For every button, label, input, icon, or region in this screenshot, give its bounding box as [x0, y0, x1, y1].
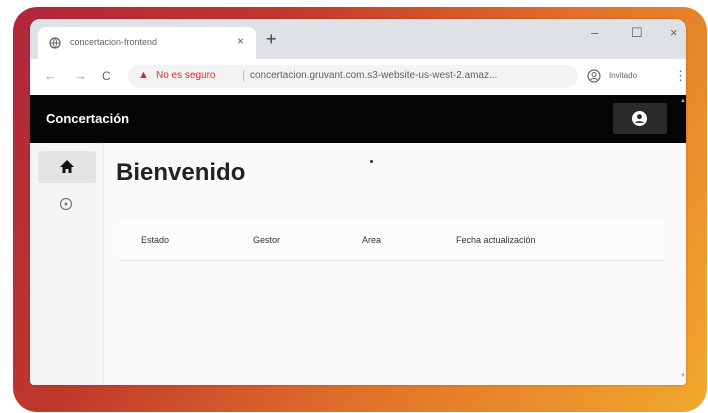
profile-icon[interactable]: [587, 69, 601, 83]
security-status[interactable]: No es seguro: [156, 70, 215, 81]
column-header-fecha[interactable]: Fecha actualización: [456, 235, 536, 245]
scroll-down-arrow[interactable]: ▼: [680, 373, 686, 379]
address-bar[interactable]: ▲ No es seguro | concertacion.gruvant.co…: [128, 65, 578, 88]
column-header-estado[interactable]: Estado: [141, 235, 169, 245]
account-circle-icon: [632, 111, 647, 126]
warning-icon: ▲: [138, 69, 149, 81]
account-button[interactable]: [613, 103, 667, 134]
data-table: Estado Gestor Area Fecha actualización: [119, 220, 664, 261]
sidebar: [30, 143, 104, 385]
circle-outline-icon[interactable]: [59, 197, 73, 211]
app-title: Concertación: [46, 111, 130, 126]
app-header: Concertación: [30, 95, 686, 143]
browser-tab[interactable]: concertacion-frontend ×: [38, 27, 256, 59]
forward-button[interactable]: →: [74, 68, 87, 83]
tab-strip: concertacion-frontend × + – ☐ ×: [30, 19, 686, 59]
url-text[interactable]: concertacion.gruvant.com.s3-website-us-w…: [250, 70, 497, 81]
address-separator: |: [242, 68, 246, 82]
column-header-area[interactable]: Area: [362, 235, 381, 245]
back-button[interactable]: ←: [44, 68, 57, 83]
sidebar-item-home[interactable]: [38, 151, 96, 183]
tab-title: concertacion-frontend: [70, 37, 158, 47]
main-content: Bienvenido Estado Gestor Area Fecha actu…: [104, 143, 686, 385]
tab-close-icon[interactable]: ×: [237, 34, 244, 48]
page-title: Bienvenido: [116, 159, 246, 186]
maximize-button[interactable]: ☐: [631, 25, 643, 41]
close-window-button[interactable]: ×: [670, 25, 678, 40]
home-icon: [60, 160, 74, 173]
column-header-gestor[interactable]: Gestor: [253, 235, 280, 245]
browser-menu-icon[interactable]: ⋮: [674, 68, 686, 84]
browser-toolbar: ← → C ▲ No es seguro | concertacion.gruv…: [30, 59, 686, 96]
globe-icon: [49, 37, 61, 49]
profile-label[interactable]: Invitado: [609, 71, 637, 80]
decorative-dot: [370, 160, 373, 163]
new-tab-button[interactable]: +: [266, 30, 277, 48]
browser-window: concertacion-frontend × + – ☐ × ← → C ▲ …: [30, 19, 686, 385]
scroll-up-arrow[interactable]: ▲: [680, 98, 686, 104]
reload-button[interactable]: C: [102, 69, 111, 83]
minimize-button[interactable]: –: [591, 25, 598, 40]
